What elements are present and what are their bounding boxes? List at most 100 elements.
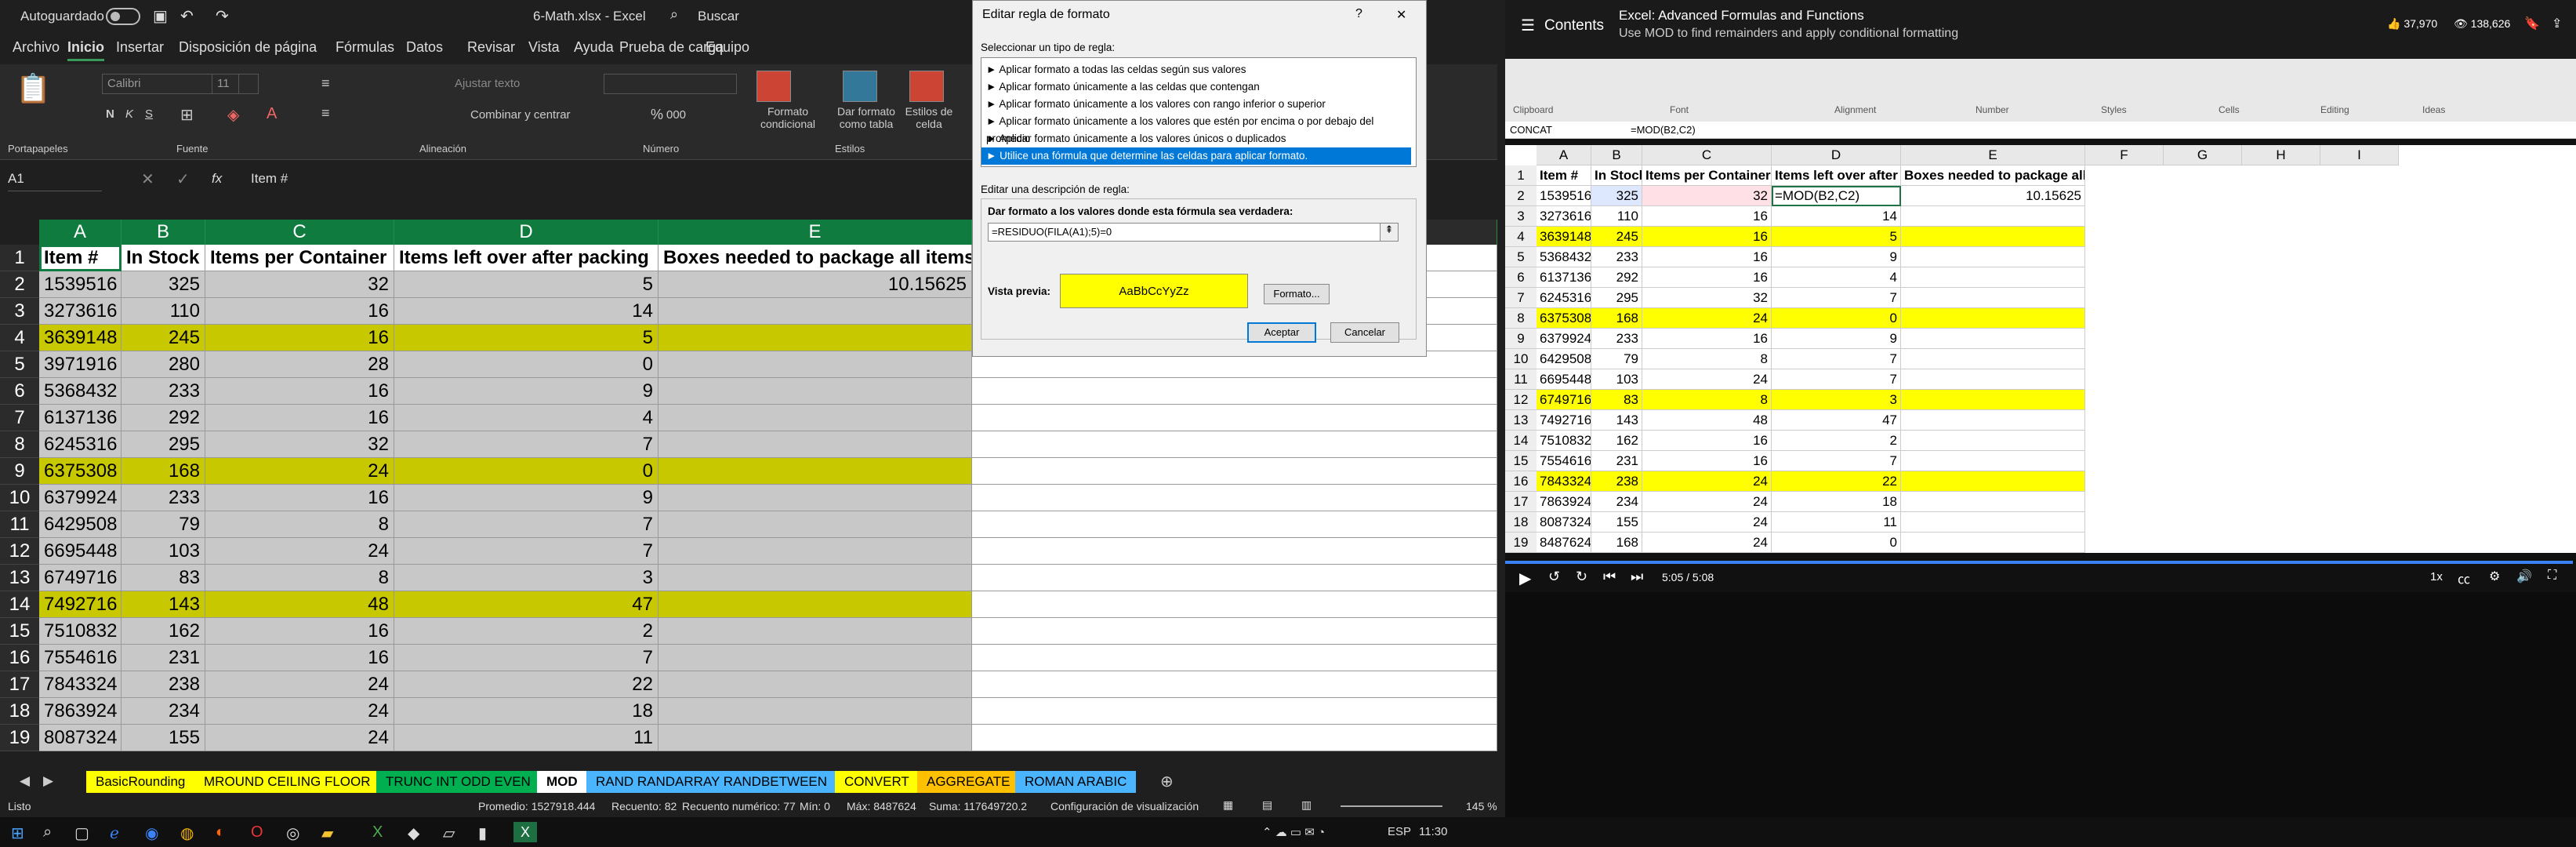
row-header[interactable]: 15 <box>0 618 39 645</box>
row-header[interactable]: 12 <box>0 538 39 565</box>
table-cell[interactable]: 7510832 <box>39 618 122 645</box>
empty-cell[interactable] <box>972 671 1497 698</box>
volume-icon[interactable]: 🔊 <box>2516 569 2532 584</box>
table-cell[interactable] <box>659 671 972 698</box>
tab-2[interactable]: Insertar <box>116 39 164 56</box>
table-cell[interactable]: 10.15625 <box>659 271 972 298</box>
empty-cell[interactable] <box>972 405 1497 431</box>
browser-icon[interactable]: ◉ <box>145 823 158 843</box>
fullscreen-icon[interactable]: ⛶ <box>2548 569 2556 583</box>
excel-active-icon[interactable]: X <box>513 822 537 842</box>
task-view-icon[interactable]: ▢ <box>74 823 89 843</box>
settings-icon[interactable]: ⚙ <box>2489 569 2500 584</box>
table-cell[interactable]: 22 <box>394 671 659 698</box>
empty-cell[interactable] <box>972 591 1497 618</box>
table-cell[interactable]: 32 <box>205 431 394 458</box>
table-cell[interactable]: 7554616 <box>39 645 122 671</box>
header-cell[interactable]: Items left over after packing <box>394 245 659 271</box>
table-cell[interactable]: 231 <box>122 645 205 671</box>
table-cell[interactable]: 0 <box>394 458 659 485</box>
search-icon[interactable]: ⌕ <box>43 823 52 842</box>
firefox-icon[interactable]: ◐ <box>216 823 225 842</box>
close-button[interactable]: ✕ <box>1396 7 1406 23</box>
table-cell[interactable]: 325 <box>122 271 205 298</box>
row-header[interactable]: 6 <box>0 378 39 405</box>
page-break-icon[interactable]: ▥ <box>1301 798 1312 812</box>
table-cell[interactable]: 9 <box>394 378 659 405</box>
table-cell[interactable]: 234 <box>122 698 205 725</box>
table-cell[interactable]: 103 <box>122 538 205 565</box>
save-icon[interactable]: ▣ <box>153 6 168 26</box>
app-icon[interactable]: ▱ <box>443 823 455 843</box>
table-cell[interactable]: 238 <box>122 671 205 698</box>
empty-cell[interactable] <box>972 378 1497 405</box>
align-top-icon[interactable]: ≡ <box>321 75 330 92</box>
rule-type-item[interactable]: ► Aplicar formato únicamente a los valor… <box>981 96 1411 113</box>
table-cell[interactable]: 83 <box>122 565 205 591</box>
menu-icon[interactable]: ☰ <box>1521 16 1535 35</box>
table-cell[interactable]: 292 <box>122 405 205 431</box>
opera-icon[interactable]: O <box>251 823 263 842</box>
row-header[interactable]: 8 <box>0 431 39 458</box>
table-cell[interactable]: 5 <box>394 271 659 298</box>
table-cell[interactable] <box>659 645 972 671</box>
align-left-icon[interactable]: ≡ <box>321 105 330 122</box>
table-cell[interactable]: 24 <box>205 538 394 565</box>
table-cell[interactable]: 143 <box>122 591 205 618</box>
table-cell[interactable]: 155 <box>122 725 205 751</box>
tab-8[interactable]: Ayuda <box>574 39 614 56</box>
windows-start-icon[interactable]: ⊞ <box>11 823 24 843</box>
table-cell[interactable] <box>659 591 972 618</box>
tab-3[interactable]: Disposición de página <box>179 39 317 56</box>
table-cell[interactable] <box>659 565 972 591</box>
table-cell[interactable] <box>659 725 972 751</box>
sheet-tab[interactable]: RAND RANDARRAY RANDBETWEEN <box>586 771 837 793</box>
empty-cell[interactable] <box>972 565 1497 591</box>
empty-cell[interactable] <box>972 618 1497 645</box>
percent-button[interactable]: % <box>651 107 663 123</box>
table-cell[interactable]: 6429508 <box>39 511 122 538</box>
rule-type-list[interactable]: ► Aplicar formato a todas las celdas seg… <box>981 57 1417 167</box>
search-icon[interactable]: ⌕ <box>670 6 678 23</box>
table-cell[interactable]: 280 <box>122 351 205 378</box>
undo-icon[interactable]: ↶ <box>180 6 194 26</box>
column-header[interactable]: D <box>394 220 659 245</box>
header-cell[interactable]: Item # <box>39 245 122 271</box>
row-header[interactable]: 18 <box>0 698 39 725</box>
table-cell[interactable]: 7 <box>394 645 659 671</box>
cancel-button[interactable]: Cancelar <box>1330 322 1399 343</box>
rewind-icon[interactable]: ↺ <box>1548 569 1560 585</box>
table-cell[interactable]: 6379924 <box>39 485 122 511</box>
video-progress[interactable] <box>1505 561 2573 564</box>
formula-input[interactable]: Item # <box>251 171 288 187</box>
table-cell[interactable]: 79 <box>122 511 205 538</box>
table-cell[interactable]: 16 <box>205 325 394 351</box>
tab-6[interactable]: Revisar <box>467 39 515 56</box>
table-cell[interactable] <box>659 298 972 325</box>
row-header[interactable]: 9 <box>0 458 39 485</box>
rule-type-item[interactable]: ► Aplicar formato únicamente a las celda… <box>981 78 1411 96</box>
header-cell[interactable]: Boxes needed to package all items <box>659 245 972 271</box>
table-cell[interactable] <box>659 485 972 511</box>
rule-type-item[interactable]: ► Utilice una fórmula que determine las … <box>981 147 1411 165</box>
table-cell[interactable]: 24 <box>205 458 394 485</box>
chrome-icon[interactable]: ◍ <box>180 823 194 843</box>
speed-button[interactable]: 1x <box>2430 570 2443 583</box>
sheet-tab[interactable]: MOD <box>537 771 587 793</box>
check-icon[interactable]: ✓ <box>176 169 190 189</box>
normal-view-icon[interactable]: ▦ <box>1223 798 1233 812</box>
ok-button[interactable]: Aceptar <box>1247 322 1316 343</box>
empty-cell[interactable] <box>972 645 1497 671</box>
zoom-slider[interactable] <box>1341 805 1442 807</box>
row-header[interactable]: 10 <box>0 485 39 511</box>
excel-icon[interactable]: X <box>372 823 383 842</box>
table-cell[interactable]: 16 <box>205 485 394 511</box>
video-player[interactable]: ☰ Contents Excel: Advanced Formulas and … <box>1505 0 2576 817</box>
cancel-icon[interactable]: ✕ <box>141 169 154 189</box>
prev-sheet-icon[interactable]: ◀ <box>20 773 30 789</box>
format-table-button[interactable]: Dar formato como tabla <box>827 105 905 130</box>
table-cell[interactable]: 8 <box>205 511 394 538</box>
table-cell[interactable]: 7 <box>394 431 659 458</box>
page-layout-icon[interactable]: ▤ <box>1262 798 1272 812</box>
sheet-tab[interactable]: ROMAN ARABIC <box>1015 771 1137 793</box>
